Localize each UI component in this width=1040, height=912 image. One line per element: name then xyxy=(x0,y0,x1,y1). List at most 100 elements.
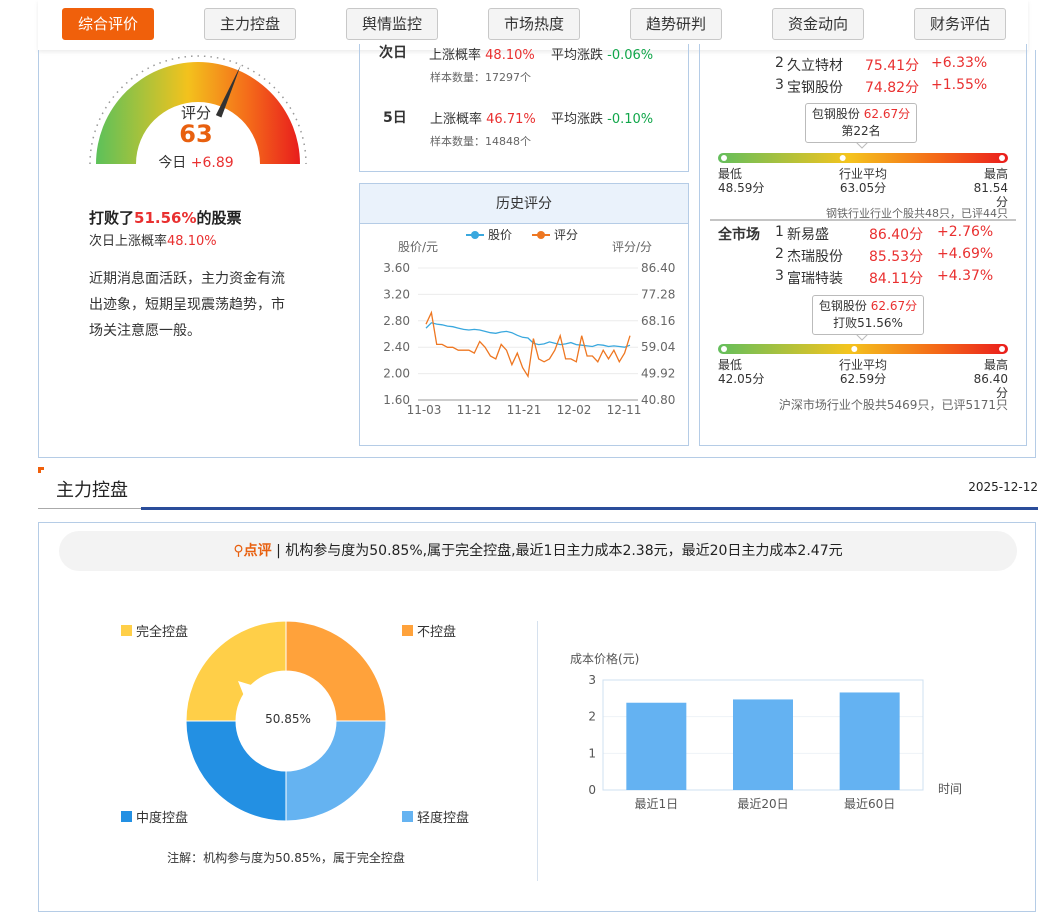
legend-score: 评分 xyxy=(554,228,578,242)
gauge-today: 今日 +6.89 xyxy=(140,152,252,172)
analysis-comment: 近期消息面活跃，主力资金有流出迹象，短期呈现震荡趋势，市场关注意愿一般。 xyxy=(89,271,285,339)
cost-bar xyxy=(626,702,687,790)
y-right-tick: 77.28 xyxy=(641,287,675,301)
bar-category-label: 最近20日 xyxy=(737,797,788,811)
prob-avg-5d: 平均涨跌 -0.10% xyxy=(551,112,654,127)
y-right-tick: 59.04 xyxy=(641,340,675,354)
industry-range-marker-dot xyxy=(839,155,846,161)
prob-up-5d: 上涨概率 46.71% xyxy=(430,112,536,127)
industry-avg: 行业平均 63.05分 xyxy=(838,167,887,195)
tab-sentiment[interactable]: 舆情监控 xyxy=(346,8,438,40)
bar-y-tick: 3 xyxy=(588,673,596,687)
legend-full-control: 完全控盘 xyxy=(121,621,188,640)
industry-high: 最高 81.54分 xyxy=(973,167,1008,209)
y-left-tick: 2.00 xyxy=(383,367,410,381)
x-tick: 12-11 xyxy=(607,403,642,417)
y-left-tick: 3.20 xyxy=(383,287,410,301)
tab-financial[interactable]: 财务评估 xyxy=(914,8,1006,40)
cost-bar xyxy=(733,699,793,790)
bar-y-tick: 1 xyxy=(588,746,596,760)
x-tick: 11-21 xyxy=(507,403,542,417)
market-range-high-dot xyxy=(999,346,1005,352)
donut-slice xyxy=(285,620,387,722)
bar-category-label: 最近60日 xyxy=(844,797,895,811)
today-label: 今日 xyxy=(158,155,187,171)
x-tick: 12-02 xyxy=(557,403,592,417)
next-prefix: 次日上涨概率 xyxy=(89,234,168,249)
tab-trend[interactable]: 趋势研判 xyxy=(630,8,722,40)
donut-slice xyxy=(185,620,287,722)
legend-price-marker xyxy=(471,231,479,239)
tab-capital-flow[interactable]: 资金动向 xyxy=(772,8,864,40)
market-list: 1 新易盛 86.40分 +2.76% 2 杰瑞股份 85.53分 +4.69%… xyxy=(775,224,1025,290)
x-tick: 11-12 xyxy=(457,403,492,417)
industry-range-high-dot xyxy=(999,155,1005,161)
market-bubble: 包钢股份 62.67分 打败51.56% xyxy=(812,295,924,335)
y-right-tick: 68.16 xyxy=(641,314,675,328)
tab-market-heat[interactable]: 市场热度 xyxy=(488,8,580,40)
donut-slice xyxy=(185,720,287,822)
pie-note: 注解：机构参与度为50.85%，属于完全控盘 xyxy=(167,851,405,865)
section-underline-left xyxy=(38,508,141,509)
price-series-line xyxy=(425,322,631,348)
donut-slice xyxy=(285,720,387,822)
bar-y-tick: 2 xyxy=(588,710,596,724)
bar-category-label: 最近1日 xyxy=(635,797,679,811)
list-item[interactable]: 3 富瑞特装 84.11分 +4.37% xyxy=(775,268,1025,290)
beat-suffix: 的股票 xyxy=(196,209,242,227)
donut-center-label: 50.85% xyxy=(265,712,311,726)
y-right-tick: 49.92 xyxy=(641,367,675,381)
y-right-tick: 40.80 xyxy=(641,393,675,407)
industry-footnote: 钢铁行业行业个股共48只，已评44只 xyxy=(826,207,1008,220)
tab-main-control[interactable]: 主力控盘 xyxy=(204,8,296,40)
y-left-tick: 2.40 xyxy=(383,340,410,354)
next-pct: 48.10% xyxy=(167,234,217,249)
industry-range-low-dot xyxy=(721,155,727,161)
prob-period: 次日 xyxy=(379,45,407,61)
bar-x-label: 时间 xyxy=(938,782,962,796)
history-line-chart: 股价/元 评分/分 股价 评分 3.60 86.40 3.20 77.28 2.80 68.16 2… xyxy=(383,228,675,417)
prob-up: 上涨概率 48.10% xyxy=(429,48,535,63)
list-item[interactable]: 2 久立特材 75.41分 +6.33% xyxy=(775,55,1025,77)
beat-prefix: 打败了 xyxy=(89,209,135,227)
y-left-tick: 2.80 xyxy=(383,314,410,328)
bar-y-tick: 0 xyxy=(588,783,596,797)
industry-list: 2 久立特材 75.41分 +6.33% 3 宝钢股份 74.82分 +1.55… xyxy=(775,55,1025,99)
prob-period-5d: 5日 xyxy=(383,110,407,126)
y-left-unit: 股价/元 xyxy=(398,240,438,254)
tab-overall[interactable]: 综合评价 xyxy=(62,8,154,40)
cost-bar-chart: 成本价格(元) 3 2 1 0 最近1日 最近20日 最近60日 时间 xyxy=(570,651,962,811)
market-avg: 行业平均 62.59分 xyxy=(838,358,887,386)
section-title: 主力控盘 xyxy=(56,480,128,501)
next-day-prob: 次日上涨概率48.10% xyxy=(89,230,217,249)
list-item[interactable]: 2 杰瑞股份 85.53分 +4.69% xyxy=(775,246,1025,268)
y-right-unit: 评分/分 xyxy=(612,240,652,254)
divider xyxy=(537,621,538,881)
beat-summary: 打败了51.56%的股票 xyxy=(89,207,242,228)
y-left-tick: 3.60 xyxy=(383,261,410,275)
market-range-bar xyxy=(718,344,1008,354)
legend-price: 股价 xyxy=(488,228,512,242)
prob-avg: 平均涨跌 -0.06% xyxy=(551,48,654,63)
prob-row-next-day: 次日 上涨概率 48.10% 平均涨跌 -0.06% xyxy=(359,44,689,64)
section-corner-mark xyxy=(38,467,44,473)
cost-bar xyxy=(839,692,900,790)
market-high: 最高 86.40分 xyxy=(973,358,1008,400)
comment-text: | 机构参与度为50.85%,属于完全控盘,最近1日主力成本2.38元，最近20… xyxy=(276,543,843,559)
history-title: 历史评分 xyxy=(360,184,688,224)
bulb-icon: ⚲ xyxy=(233,543,244,559)
legend-medium-control: 中度控盘 xyxy=(121,807,188,826)
comment-label: 点评 xyxy=(243,543,272,559)
bar-y-label: 成本价格(元) xyxy=(570,651,639,666)
gauge-score: 63 xyxy=(179,120,213,148)
industry-bubble: 包钢股份 62.67分 第22名 xyxy=(805,103,917,143)
legend-no-control: 不控盘 xyxy=(402,621,456,640)
comment-bar: ⚲点评 | 机构参与度为50.85%,属于完全控盘,最近1日主力成本2.38元，… xyxy=(59,531,1017,571)
x-tick: 11-03 xyxy=(407,403,442,417)
prob-sample: 样本数量：17297个 xyxy=(430,71,531,84)
market-footnote: 沪深市场行业个股共5469只，已评5171只 xyxy=(778,398,1008,412)
list-item[interactable]: 1 新易盛 86.40分 +2.76% xyxy=(775,224,1025,246)
list-item[interactable]: 3 宝钢股份 74.82分 +1.55% xyxy=(775,77,1025,99)
section-underline xyxy=(141,507,1038,510)
y-right-tick: 86.40 xyxy=(641,261,675,275)
